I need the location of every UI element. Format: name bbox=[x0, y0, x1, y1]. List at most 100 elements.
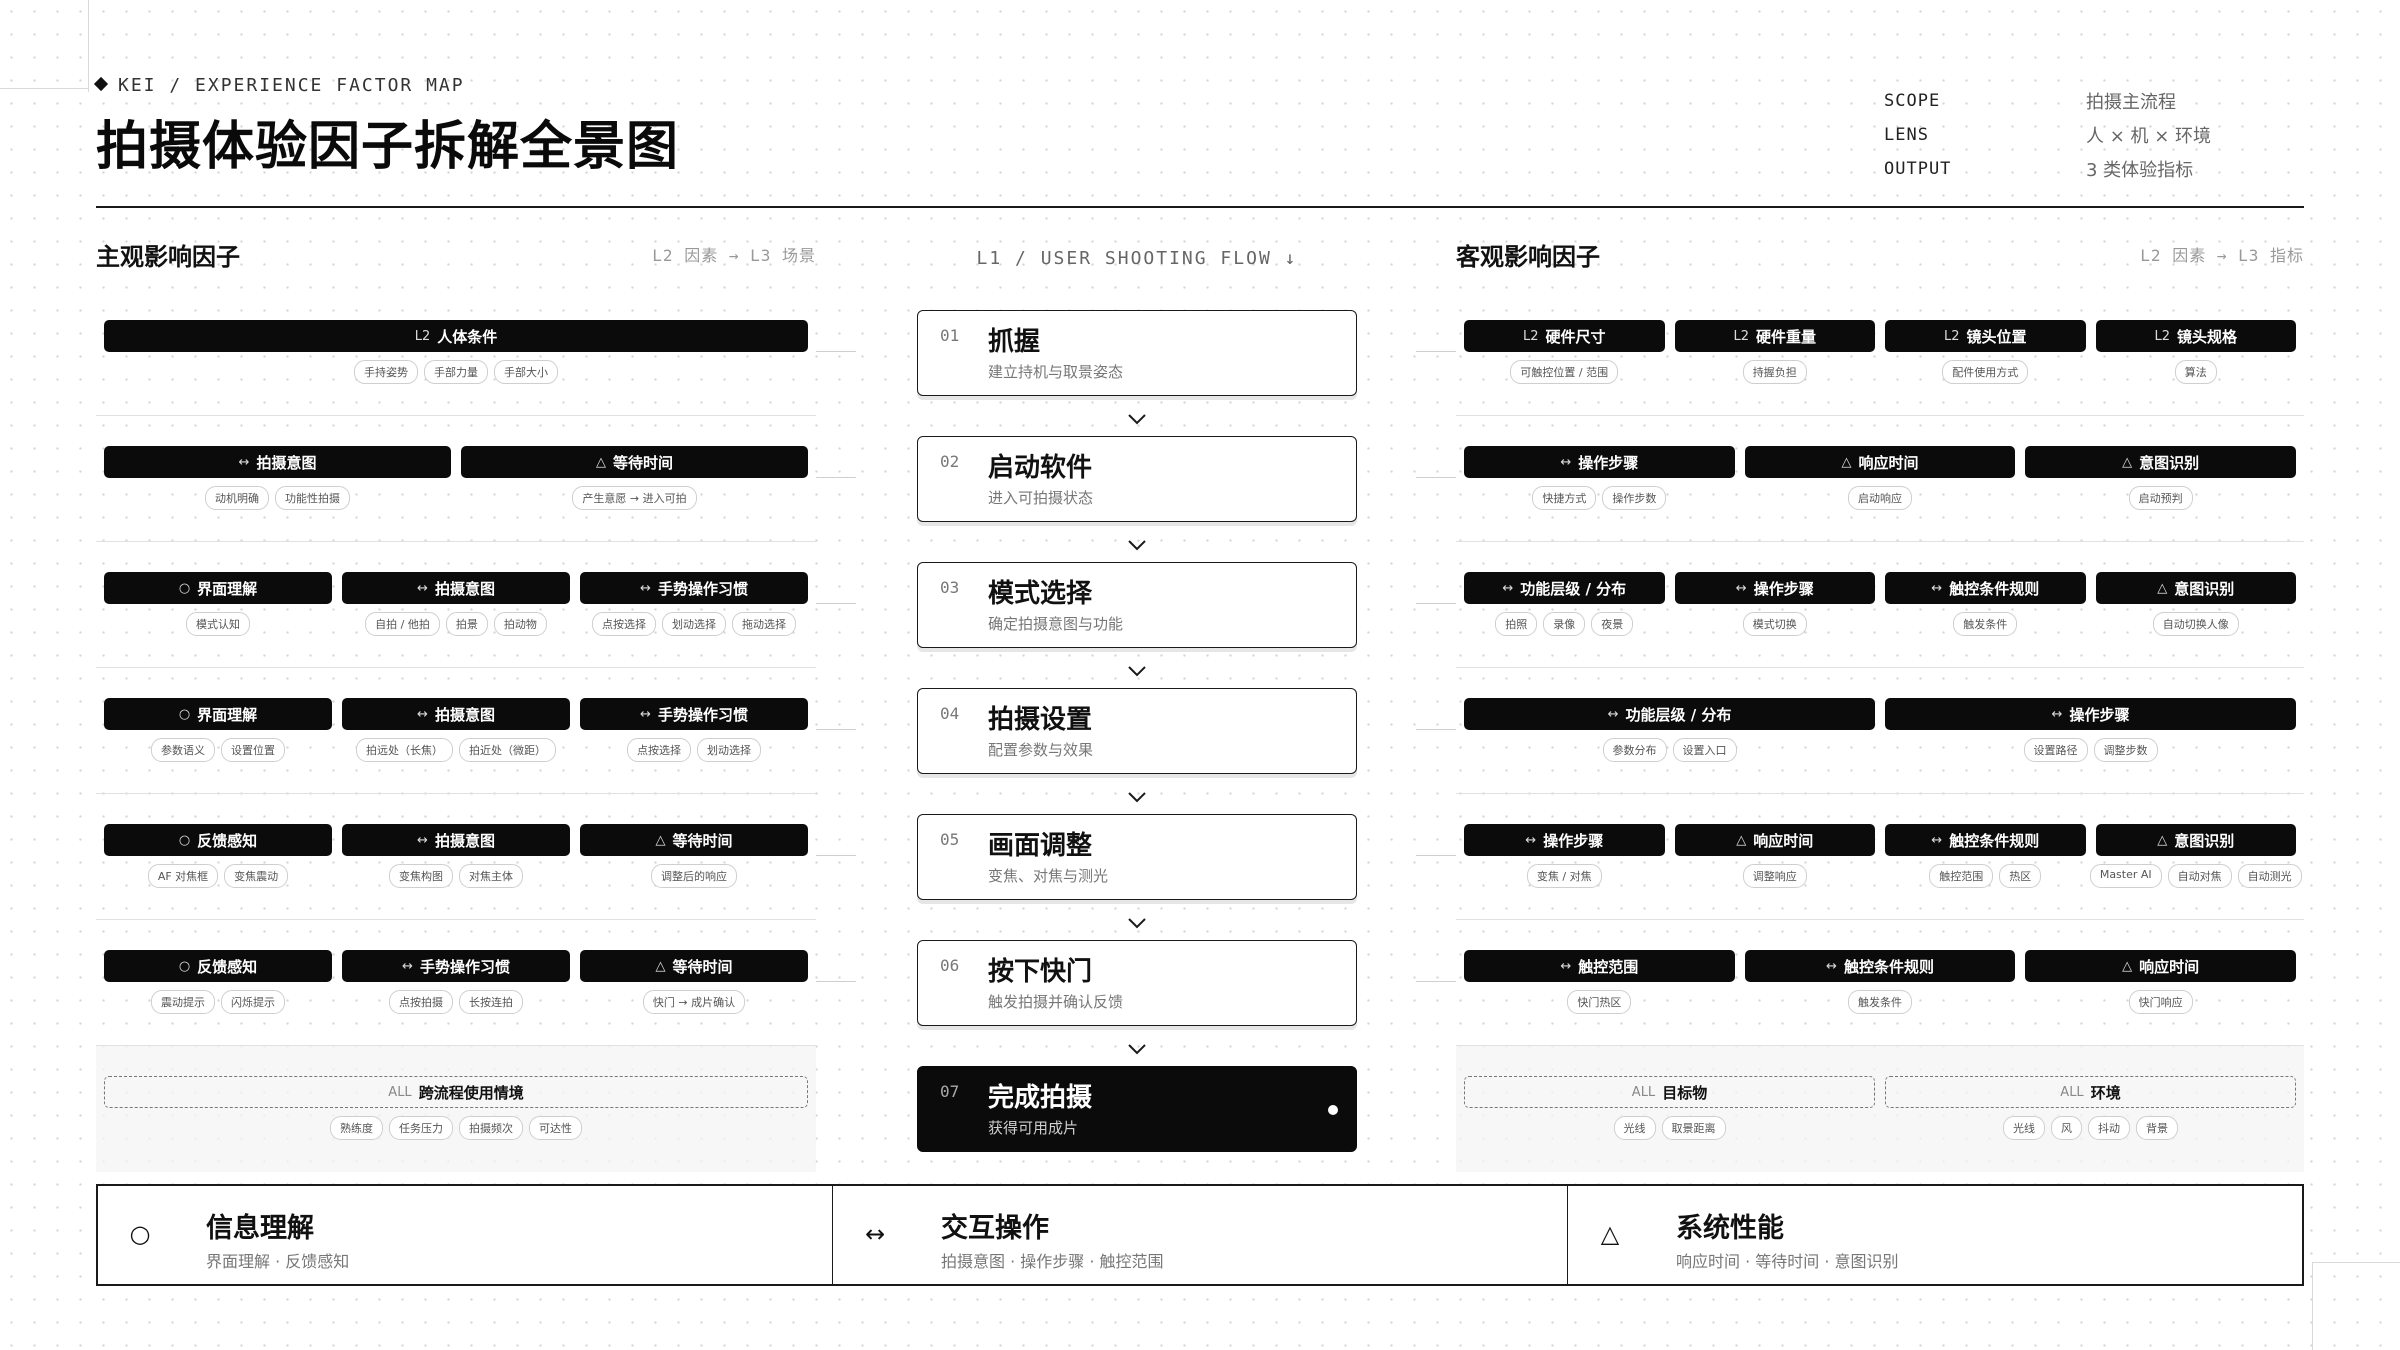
factor-label: 拍摄意图 bbox=[256, 453, 317, 472]
factor-tags: 点按拍摄 长按连拍 bbox=[389, 990, 523, 1014]
double-arrow-icon: ↔ bbox=[864, 1220, 886, 1248]
factor-label: 响应时间 bbox=[2139, 957, 2200, 976]
scenario-tag: 光线 bbox=[2003, 1116, 2045, 1140]
factor-prefix: ↔ bbox=[417, 580, 428, 596]
factor-pill: L2 镜头位置 bbox=[1885, 320, 2086, 352]
scenario-tag: 划动选择 bbox=[662, 612, 726, 636]
scenario-tag: 手持姿势 bbox=[354, 360, 418, 384]
factor-tags: 变焦构图 对焦主体 bbox=[389, 864, 523, 888]
scenario-tag: 风 bbox=[2051, 1116, 2082, 1140]
flow-step[interactable]: 02 启动软件 进入可拍摄状态 bbox=[917, 436, 1357, 522]
flow-step[interactable]: 05 画面调整 变焦、对焦与测光 bbox=[917, 814, 1357, 900]
factor-tags: AF 对焦框 变焦震动 bbox=[147, 864, 289, 888]
flow-step[interactable]: 04 拍摄设置 配置参数与效果 bbox=[917, 688, 1357, 774]
flow-step[interactable]: 01 抓握 建立持机与取景姿态 bbox=[917, 310, 1357, 396]
step-number: 06 bbox=[940, 956, 960, 975]
factor-column: ↔ 操作步骤 设置路径 调整步数 bbox=[1885, 698, 2296, 762]
factor-tags: 调整后的响应 bbox=[651, 864, 737, 888]
scenario-tag: 算法 bbox=[2174, 360, 2217, 384]
factor-column: ↔ 拍摄意图 动机明确 功能性拍摄 bbox=[104, 446, 451, 510]
factor-pill: △ 意图识别 bbox=[2095, 824, 2296, 856]
legend-cell-performance: △ 系统性能 响应时间 · 等待时间 · 意图识别 bbox=[1568, 1186, 2302, 1284]
right-factor-row: ↔ 操作步骤 变焦 / 对焦 △ 响应时间 调整响应 ↔ 触控条件规则 触控范围 热区 △ 意图识别 M… bbox=[1456, 794, 2304, 920]
factor-tags: 模式切换 bbox=[1742, 612, 1807, 636]
meta-key: LENS bbox=[1884, 125, 1929, 145]
scenario-tag: 产生意愿 → 进入可拍 bbox=[572, 486, 697, 510]
factor-label: 触控条件规则 bbox=[1949, 579, 2040, 598]
factor-pill: △ 响应时间 bbox=[1674, 824, 1875, 856]
factor-label: 意图识别 bbox=[2139, 453, 2200, 472]
factor-prefix: ↔ bbox=[640, 706, 651, 722]
left-factor-row: L2 人体条件 手持姿势 手部力量 手部大小 bbox=[96, 290, 816, 416]
factor-tags: 变焦 / 对焦 bbox=[1526, 864, 1602, 888]
scenario-tag: 设置位置 bbox=[221, 738, 285, 762]
connector-stub bbox=[1416, 351, 1456, 352]
flow-step[interactable]: 07 完成拍摄 获得可用成片 bbox=[917, 1066, 1357, 1152]
step-number: 01 bbox=[940, 326, 960, 345]
factor-column: △ 响应时间调整响应 bbox=[1674, 824, 1875, 888]
factor-pill: L2 镜头规格 bbox=[2095, 320, 2296, 352]
step-desc: 进入可拍摄状态 bbox=[988, 489, 1094, 507]
step-number: 02 bbox=[940, 452, 960, 471]
scenario-tag: 变焦震动 bbox=[224, 864, 289, 888]
factor-column: △ 意图识别 Master AI 自动对焦 自动测光 bbox=[2089, 824, 2302, 888]
legend-bar: ○ 信息理解 界面理解 · 反馈感知 ↔ 交互操作 拍摄意图 · 操作步骤 · … bbox=[96, 1184, 2304, 1286]
factor-column: △ 等待时间 快门 → 成片确认 bbox=[580, 950, 808, 1014]
scenario-tag: 设置入口 bbox=[1672, 738, 1737, 762]
factor-group: ○ 反馈感知 AF 对焦框 变焦震动 ↔ 拍摄意图 变焦构图 对焦主体 △ 等待时间 调整后的响应 bbox=[104, 824, 808, 888]
step-number: 07 bbox=[940, 1082, 960, 1101]
scenario-tag: 抖动 bbox=[2088, 1116, 2130, 1140]
scenario-tag: 闪烁提示 bbox=[221, 990, 285, 1014]
factor-column: ↔ 拍摄意图 自拍 / 他拍 拍景 拍动物 bbox=[342, 572, 570, 636]
meta-row-output: OUTPUT 3 类体验指标 bbox=[1884, 152, 2304, 186]
circle-icon: ○ bbox=[129, 1220, 151, 1248]
flow-step[interactable]: 03 模式选择 确定拍摄意图与功能 bbox=[917, 562, 1357, 648]
factor-pill: ↔ 功能层级 / 分布 bbox=[1464, 572, 1665, 604]
step-number: 05 bbox=[940, 830, 960, 849]
scenario-tag: 调整响应 bbox=[1742, 864, 1807, 888]
left-section-title: 主观影响因子 bbox=[96, 242, 240, 271]
factor-label: 界面理解 bbox=[197, 705, 258, 724]
left-factor-row: ○ 界面理解 模式认知 ↔ 拍摄意图 自拍 / 他拍 拍景 拍动物 ↔ 手势操作习惯 点按选择 划动选… bbox=[96, 542, 816, 668]
factor-pill: ↔ 手势操作习惯 bbox=[580, 698, 808, 730]
factor-tags: 持握负担 bbox=[1742, 360, 1807, 384]
factor-prefix: ○ bbox=[178, 958, 191, 974]
factor-pill: ↔ 拍摄意图 bbox=[342, 572, 570, 604]
chevron-down-icon bbox=[1128, 666, 1146, 677]
factor-tags: 手持姿势 手部力量 手部大小 bbox=[354, 360, 558, 384]
factor-column: ↔ 操作步骤 变焦 / 对焦 bbox=[1464, 824, 1665, 888]
flow-step[interactable]: 06 按下快门 触发拍摄并确认反馈 bbox=[917, 940, 1357, 1026]
factor-label: 目标物 bbox=[1662, 1083, 1708, 1102]
scenario-tag: 自动切换人像 bbox=[2152, 612, 2239, 636]
factor-pill: ALL 环境 bbox=[1885, 1076, 2296, 1108]
scenario-tag: 对焦主体 bbox=[459, 864, 523, 888]
triangle-icon: △ bbox=[1600, 1220, 1620, 1248]
right-section-hint: L2 因素 → L3 指标 bbox=[2140, 246, 2304, 265]
header-divider bbox=[96, 206, 2304, 208]
left-section-header: 主观影响因子 L2 因素 → L3 场景 bbox=[96, 236, 816, 272]
scenario-tag: 划动选择 bbox=[697, 738, 761, 762]
factor-group: ↔ 操作步骤 变焦 / 对焦 △ 响应时间 调整响应 ↔ 触控条件规则 触控范围 热区 △ 意图识别 M… bbox=[1464, 824, 2302, 888]
factor-pill: △ 等待时间 bbox=[461, 446, 808, 478]
scenario-tag: 持握负担 bbox=[1742, 360, 1807, 384]
legend-cell-interaction: ↔ 交互操作 拍摄意图 · 操作步骤 · 触控范围 bbox=[833, 1186, 1568, 1284]
factor-pill: ALL 目标物 bbox=[1464, 1076, 1875, 1108]
factor-prefix: ↔ bbox=[1931, 832, 1943, 848]
meta-key: SCOPE bbox=[1884, 91, 1941, 111]
meta-value: 3 类体验指标 bbox=[2086, 160, 2194, 181]
factor-column: △ 响应时间 快门响应 bbox=[2025, 950, 2297, 1014]
flow-header: L1 / USER SHOOTING FLOW ↓ bbox=[976, 248, 1298, 269]
factor-label: 跨流程使用情境 bbox=[418, 1083, 524, 1102]
connector-stub bbox=[816, 855, 856, 856]
factor-prefix: △ bbox=[2122, 454, 2133, 470]
factor-prefix: ↔ bbox=[1607, 706, 1619, 722]
scenario-tag: 变焦构图 bbox=[389, 864, 453, 888]
factor-pill: ↔ 触控条件规则 bbox=[1744, 950, 2016, 982]
factor-prefix: L2 bbox=[1733, 328, 1749, 344]
scenario-tag: 拍动物 bbox=[493, 612, 547, 636]
chevron-down-icon bbox=[1128, 414, 1146, 425]
factor-tags: 启动预判 bbox=[2128, 486, 2193, 510]
step-name: 抓握 bbox=[988, 327, 1041, 357]
factor-prefix: △ bbox=[2157, 580, 2168, 596]
factor-pill: ↔ 手势操作习惯 bbox=[580, 572, 808, 604]
